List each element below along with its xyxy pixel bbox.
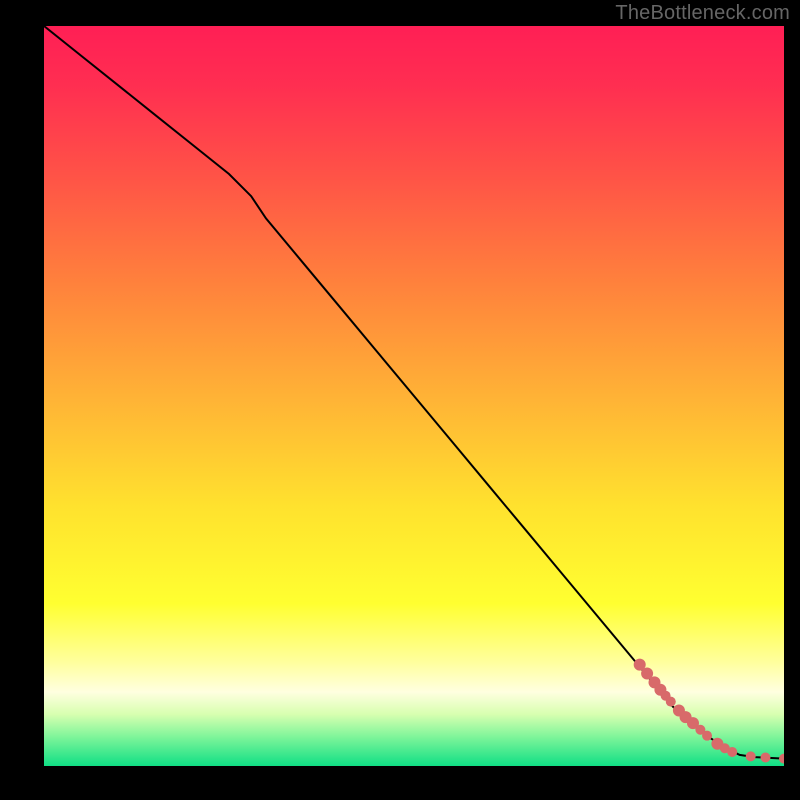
marker-dot bbox=[727, 747, 737, 757]
plot-area bbox=[44, 26, 784, 766]
marker-dot bbox=[666, 697, 676, 707]
marker-dot bbox=[746, 751, 756, 761]
marker-dot bbox=[702, 731, 712, 741]
marker-dot bbox=[761, 752, 771, 762]
chart-frame: TheBottleneck.com bbox=[0, 0, 800, 800]
bottleneck-chart bbox=[44, 26, 784, 766]
watermark-text: TheBottleneck.com bbox=[615, 2, 790, 25]
